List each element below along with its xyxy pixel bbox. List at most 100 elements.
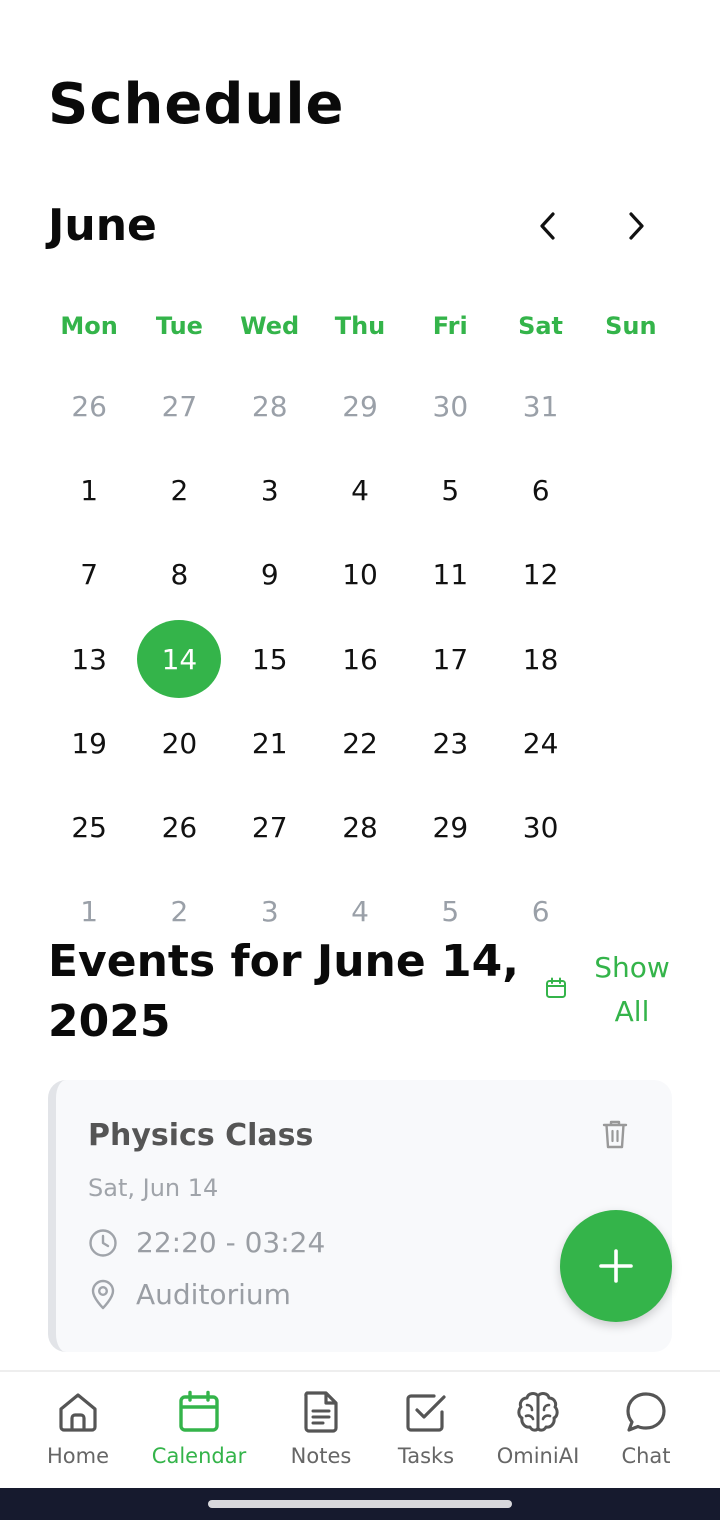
day-number: 29 — [342, 389, 378, 423]
day-number: 14 — [137, 620, 222, 699]
calendar-day[interactable]: 29 — [405, 785, 495, 869]
day-number: 1 — [80, 473, 99, 507]
calendar-day[interactable]: 21 — [225, 701, 315, 785]
nav-label: Tasks — [397, 1444, 455, 1468]
brain-icon — [517, 1392, 559, 1432]
events-heading: Events for June 14, 2025 — [48, 936, 519, 1047]
calendar-day[interactable]: 17 — [405, 617, 495, 701]
chat-icon — [626, 1392, 666, 1432]
calendar-day[interactable]: 31 — [495, 364, 585, 448]
day-number: 28 — [251, 389, 288, 423]
day-number: 17 — [432, 642, 469, 676]
calendar-day[interactable]: 7 — [44, 533, 134, 617]
clock-icon — [89, 1228, 117, 1257]
calendar-day[interactable]: 27 — [134, 364, 224, 448]
calendar-day[interactable]: 29 — [315, 364, 405, 448]
event-location-row: Auditorium — [88, 1278, 291, 1311]
calendar-days: 26 27 28 29 30 31 1 2 3 4 5 6 7 8 9 10 11 12 13 14 15 16 17 18 1… — [44, 364, 676, 954]
calendar-day[interactable]: 16 — [315, 617, 405, 701]
day-number: 5 — [441, 473, 460, 507]
home-indicator[interactable] — [208, 1500, 512, 1508]
calendar-day[interactable]: 19 — [44, 701, 134, 785]
show-all-button[interactable]: Show All — [544, 946, 674, 1034]
calendar-day[interactable]: 23 — [405, 701, 495, 785]
calendar-day[interactable]: 11 — [405, 533, 495, 617]
calendar-day[interactable]: 27 — [225, 785, 315, 869]
day-number: 2 — [170, 473, 189, 507]
calendar-day[interactable]: 28 — [225, 364, 315, 448]
calendar-day[interactable]: 5 — [405, 448, 495, 532]
bottom-navigation: Home Calendar Notes Tasks OminiAI Chat — [0, 1370, 720, 1488]
calendar-day[interactable]: 28 — [315, 785, 405, 869]
calendar-day[interactable]: 30 — [495, 785, 585, 869]
tasks-icon — [406, 1394, 446, 1432]
calendar-day[interactable]: 6 — [495, 448, 585, 532]
day-number: 27 — [161, 389, 198, 423]
calendar-day-selected[interactable]: 14 — [134, 617, 224, 701]
nav-label: Home — [46, 1444, 109, 1468]
event-location: Auditorium — [136, 1278, 291, 1311]
calendar-day[interactable]: 4 — [315, 448, 405, 532]
calendar-day[interactable]: 30 — [405, 364, 495, 448]
previous-month-button[interactable] — [524, 202, 572, 250]
plus-icon — [599, 1249, 633, 1283]
day-number: 7 — [80, 558, 99, 592]
show-all-label: Show All — [594, 951, 670, 1028]
nav-calendar[interactable]: Calendar — [139, 1390, 259, 1486]
day-number: 26 — [161, 811, 198, 845]
day-number: 10 — [342, 558, 378, 592]
day-number: 13 — [71, 642, 107, 676]
calendar-day[interactable]: 25 — [44, 785, 134, 869]
weekday-label: Mon — [60, 312, 118, 340]
calendar-day[interactable]: 2 — [134, 448, 224, 532]
calendar-day[interactable]: 8 — [134, 533, 224, 617]
day-number: 18 — [522, 642, 559, 676]
calendar-day[interactable]: 13 — [44, 617, 134, 701]
calendar-day[interactable]: 3 — [225, 448, 315, 532]
add-event-button[interactable] — [560, 1210, 672, 1322]
day-number: 9 — [260, 558, 279, 592]
event-title: Physics Class — [88, 1118, 314, 1153]
calendar-day[interactable]: 26 — [44, 364, 134, 448]
calendar-day[interactable]: 20 — [134, 701, 224, 785]
chevron-left-icon — [540, 212, 555, 240]
next-month-button[interactable] — [612, 202, 660, 250]
day-number: 8 — [170, 558, 189, 592]
calendar-day[interactable]: 12 — [495, 533, 585, 617]
delete-event-button[interactable] — [600, 1118, 630, 1154]
day-number: 24 — [522, 726, 559, 760]
weekday-label: Sat — [518, 312, 564, 340]
weekday-label: Thu — [334, 312, 386, 340]
calendar-day[interactable]: 1 — [44, 448, 134, 532]
weekday-label: Sun — [605, 312, 657, 340]
home-icon — [59, 1393, 97, 1432]
nav-label: Chat — [621, 1444, 671, 1468]
nav-ominiai[interactable]: OminiAI — [478, 1390, 598, 1486]
nav-label: Calendar — [151, 1444, 247, 1468]
calendar-day[interactable]: 24 — [495, 701, 585, 785]
nav-tasks[interactable]: Tasks — [366, 1390, 486, 1486]
page-title: Schedule — [48, 72, 345, 137]
day-number: 26 — [71, 389, 107, 423]
weekday-header-row: Mon Tue Wed Thu Fri Sat Sun — [44, 300, 676, 352]
nav-chat[interactable]: Chat — [586, 1390, 706, 1486]
chevron-right-icon — [629, 212, 644, 240]
weekday-label: Fri — [432, 312, 468, 340]
calendar-day[interactable]: 10 — [315, 533, 405, 617]
notes-icon — [304, 1391, 338, 1433]
nav-label: Notes — [290, 1444, 352, 1468]
calendar-day[interactable]: 22 — [315, 701, 405, 785]
day-number: 16 — [342, 642, 378, 676]
calendar-day[interactable]: 15 — [225, 617, 315, 701]
calendar-day[interactable]: 18 — [495, 617, 585, 701]
day-number: 15 — [251, 642, 288, 676]
event-card[interactable]: Physics Class Sat, Jun 14 22:20 - 03:24 … — [48, 1080, 672, 1352]
event-date: Sat, Jun 14 — [88, 1174, 219, 1202]
nav-home[interactable]: Home — [18, 1390, 138, 1486]
nav-label: OminiAI — [496, 1444, 580, 1468]
calendar-day[interactable]: 26 — [134, 785, 224, 869]
day-number: 22 — [342, 726, 378, 760]
calendar-day[interactable]: 9 — [225, 533, 315, 617]
day-number: 27 — [251, 811, 288, 845]
nav-notes[interactable]: Notes — [261, 1390, 381, 1486]
